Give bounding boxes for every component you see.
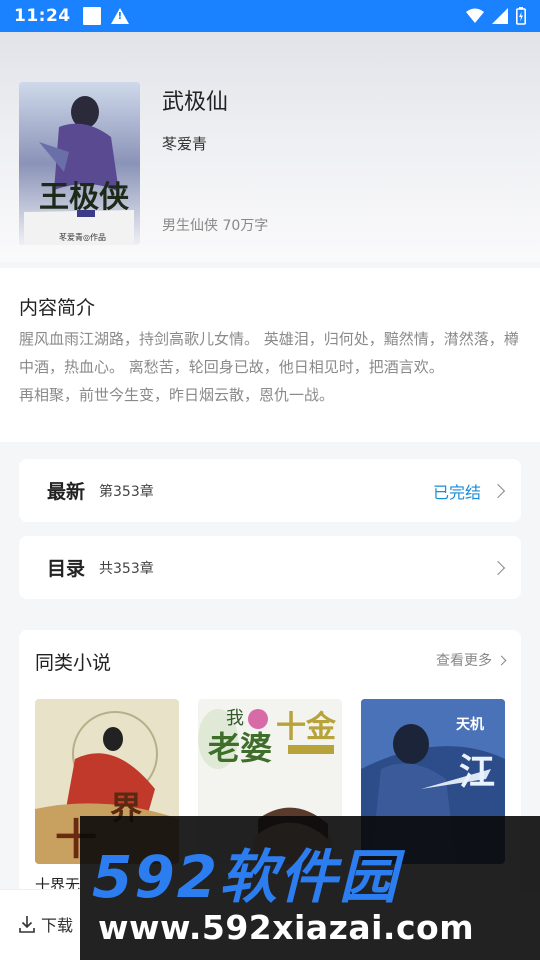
catalog-row[interactable]: 目录 共353章 bbox=[19, 536, 521, 599]
wifi-icon bbox=[466, 8, 484, 23]
status-bar: 11:24 ! bbox=[0, 0, 540, 32]
svg-text:王极侠: 王极侠 bbox=[39, 180, 130, 215]
book-author[interactable]: 苳爱青 bbox=[162, 133, 207, 154]
status-badge: 已完结 bbox=[432, 482, 481, 502]
latest-chapter: 第353章 bbox=[99, 483, 154, 500]
catalog-label: 目录 bbox=[47, 558, 86, 580]
view-more-link[interactable]: 查看更多 bbox=[436, 650, 507, 670]
svg-text:老婆: 老婆 bbox=[208, 729, 272, 767]
intro-heading: 内容简介 bbox=[19, 297, 96, 319]
watermark-url: www.592xiazai.com bbox=[98, 908, 475, 947]
catalog-count: 共353章 bbox=[99, 560, 154, 577]
intro-paragraph: 再相聚，前世今生变，昨日烟云散，恩仇一战。 bbox=[19, 386, 335, 404]
intro-paragraph: 腥风血雨江湖路，持剑高歌儿女情。 英雄泪，归何处，黯然情，潸然落，樽中酒，热血心… bbox=[19, 330, 519, 376]
similar-heading: 同类小说 bbox=[35, 652, 112, 674]
intro-text: 腥风血雨江湖路，持剑高歌儿女情。 英雄泪，归何处，黯然情，潸然落，樽中酒，热血心… bbox=[19, 325, 519, 409]
book-title: 武极仙 bbox=[162, 90, 229, 115]
svg-text:苳爱青◎作品: 苳爱青◎作品 bbox=[59, 232, 106, 242]
chevron-right-icon bbox=[490, 560, 506, 575]
status-time: 11:24 bbox=[14, 6, 71, 26]
notification-square-icon bbox=[82, 7, 101, 25]
download-icon bbox=[19, 916, 35, 933]
svg-text:十金: 十金 bbox=[276, 710, 337, 745]
book-meta: 男生仙侠 70万字 bbox=[162, 218, 269, 234]
download-button[interactable]: 下载 bbox=[19, 912, 73, 936]
svg-text:江: 江 bbox=[459, 751, 495, 793]
watermark-brand: 592软件园 bbox=[92, 843, 400, 911]
latest-label: 最新 bbox=[47, 481, 86, 503]
chevron-right-icon bbox=[490, 483, 506, 498]
signal-icon bbox=[492, 8, 508, 24]
chevron-right-icon bbox=[496, 655, 507, 665]
svg-text:天机: 天机 bbox=[456, 716, 484, 733]
battery-icon bbox=[516, 7, 526, 25]
watermark-overlay: 592软件园 www.592xiazai.com bbox=[80, 816, 540, 960]
svg-text:我: 我 bbox=[226, 708, 244, 729]
latest-chapter-row[interactable]: 最新 第353章 已完结 bbox=[19, 459, 521, 522]
intro-section: 内容简介 腥风血雨江湖路，持剑高歌儿女情。 英雄泪，归何处，黯然情，潸然落，樽中… bbox=[0, 268, 540, 442]
book-cover: 王极侠 苳爱青◎作品 bbox=[19, 82, 140, 245]
download-label: 下载 bbox=[41, 916, 74, 935]
warning-icon: ! bbox=[110, 8, 129, 24]
view-more-label: 查看更多 bbox=[436, 653, 492, 669]
